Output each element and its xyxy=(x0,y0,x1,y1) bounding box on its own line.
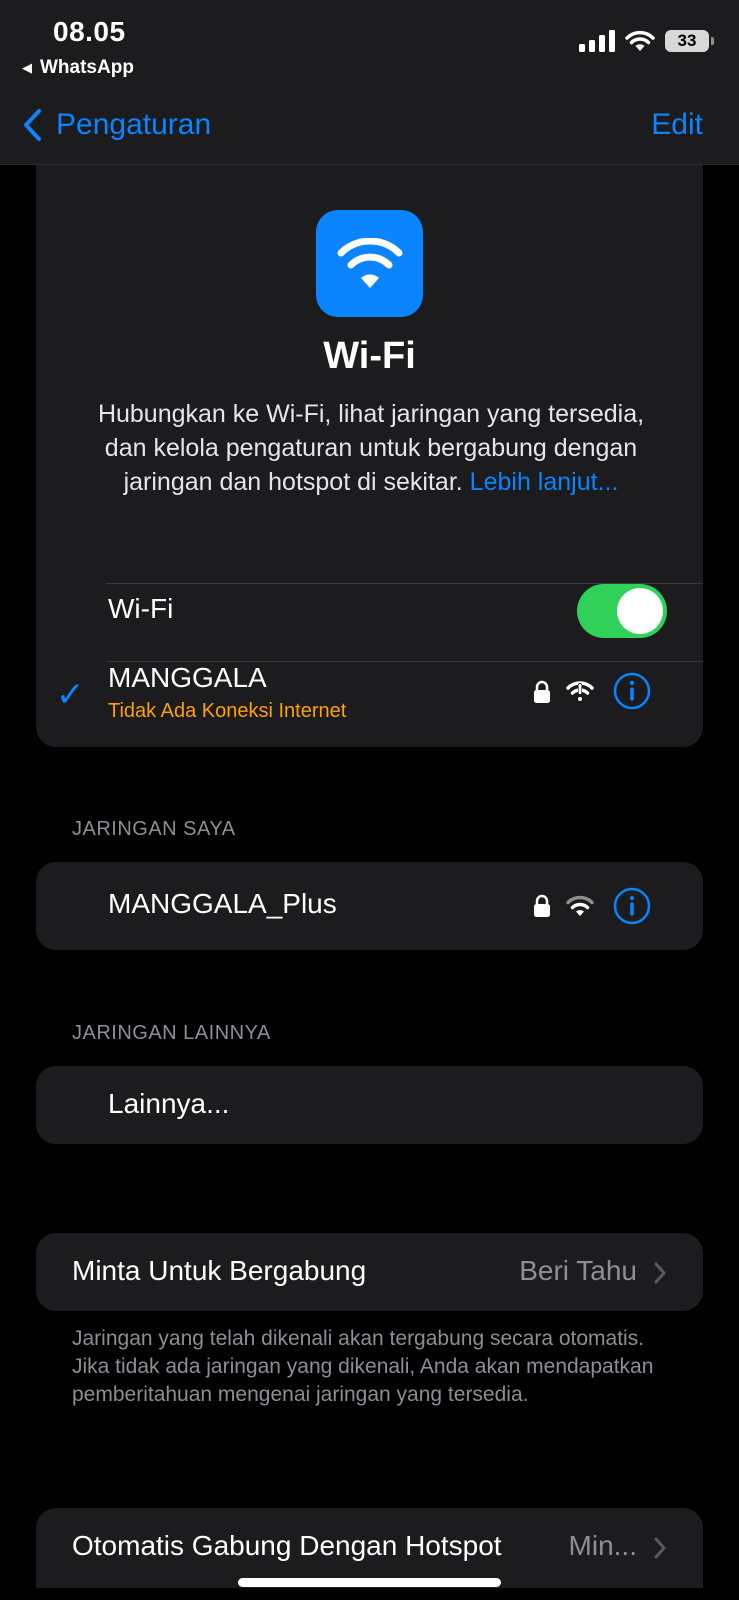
other-networks-header: JARINGAN LAINNYA xyxy=(72,1022,271,1044)
wifi-signal-icon xyxy=(566,895,594,916)
battery-icon: 33 xyxy=(665,30,714,52)
toggle-knob xyxy=(617,588,663,634)
auto-join-hotspot-value: Min... xyxy=(568,1530,637,1561)
wifi-app-icon xyxy=(316,210,423,317)
back-button[interactable]: Pengaturan xyxy=(22,108,211,142)
wifi-toggle-label: Wi-Fi xyxy=(108,593,174,624)
auto-join-hotspot-row[interactable]: Otomatis Gabung Dengan Hotspot Min... xyxy=(36,1508,703,1588)
home-indicator[interactable] xyxy=(238,1578,501,1587)
wifi-card: Wi-Fi Hubungkan ke Wi-Fi, lihat jaringan… xyxy=(36,165,703,747)
auto-join-hotspot-label: Otomatis Gabung Dengan Hotspot xyxy=(72,1530,502,1561)
other-networks-card: Lainnya... xyxy=(36,1066,703,1144)
page-title: Wi-Fi xyxy=(323,335,416,377)
cellular-signal-icon xyxy=(579,30,615,52)
learn-more-link[interactable]: Lebih lanjut... xyxy=(470,468,619,496)
ask-to-join-value: Beri Tahu xyxy=(519,1255,637,1286)
wifi-description: Hubungkan ke Wi-Fi, lihat jaringan yang … xyxy=(96,397,646,499)
network-name: MANGGALA_Plus xyxy=(108,888,337,919)
status-time: 08.05 xyxy=(53,16,126,47)
connection-status: Tidak Ada Koneksi Internet xyxy=(108,700,347,722)
checkmark-icon: ✓ xyxy=(56,676,85,714)
back-to-app-link[interactable]: ◀ WhatsApp xyxy=(22,57,134,79)
lock-icon xyxy=(534,894,550,917)
battery-level: 33 xyxy=(677,31,697,50)
navigation-bar: Pengaturan Edit xyxy=(0,90,739,165)
ask-to-join-row[interactable]: Minta Untuk Bergabung Beri Tahu xyxy=(36,1233,703,1311)
info-button-icon[interactable] xyxy=(613,672,651,710)
back-app-label: WhatsApp xyxy=(40,57,134,78)
ask-to-join-footer: Jaringan yang telah dikenali akan tergab… xyxy=(72,1327,654,1406)
back-button-label: Pengaturan xyxy=(56,108,212,141)
wifi-toggle[interactable] xyxy=(577,584,667,638)
my-networks-header: JARINGAN SAYA xyxy=(72,818,236,840)
chevron-right-icon xyxy=(654,1537,666,1559)
connected-network-name: MANGGALA xyxy=(108,662,267,693)
info-button-icon[interactable] xyxy=(613,887,651,925)
chevron-left-icon xyxy=(24,109,41,141)
wifi-status-icon xyxy=(625,30,655,51)
chevron-right-icon xyxy=(654,1262,666,1284)
status-bar: 08.05 ◀ WhatsApp 33 xyxy=(0,0,739,90)
status-icons: 33 xyxy=(579,30,714,52)
lock-icon xyxy=(534,680,550,703)
back-triangle-icon: ◀ xyxy=(22,60,32,75)
ask-to-join-label: Minta Untuk Bergabung xyxy=(72,1255,367,1286)
other-network-button[interactable]: Lainnya... xyxy=(108,1088,229,1120)
my-networks-card: MANGGALA_Plus xyxy=(36,862,703,950)
wifi-no-internet-icon xyxy=(566,681,594,701)
edit-button[interactable]: Edit xyxy=(651,108,703,142)
